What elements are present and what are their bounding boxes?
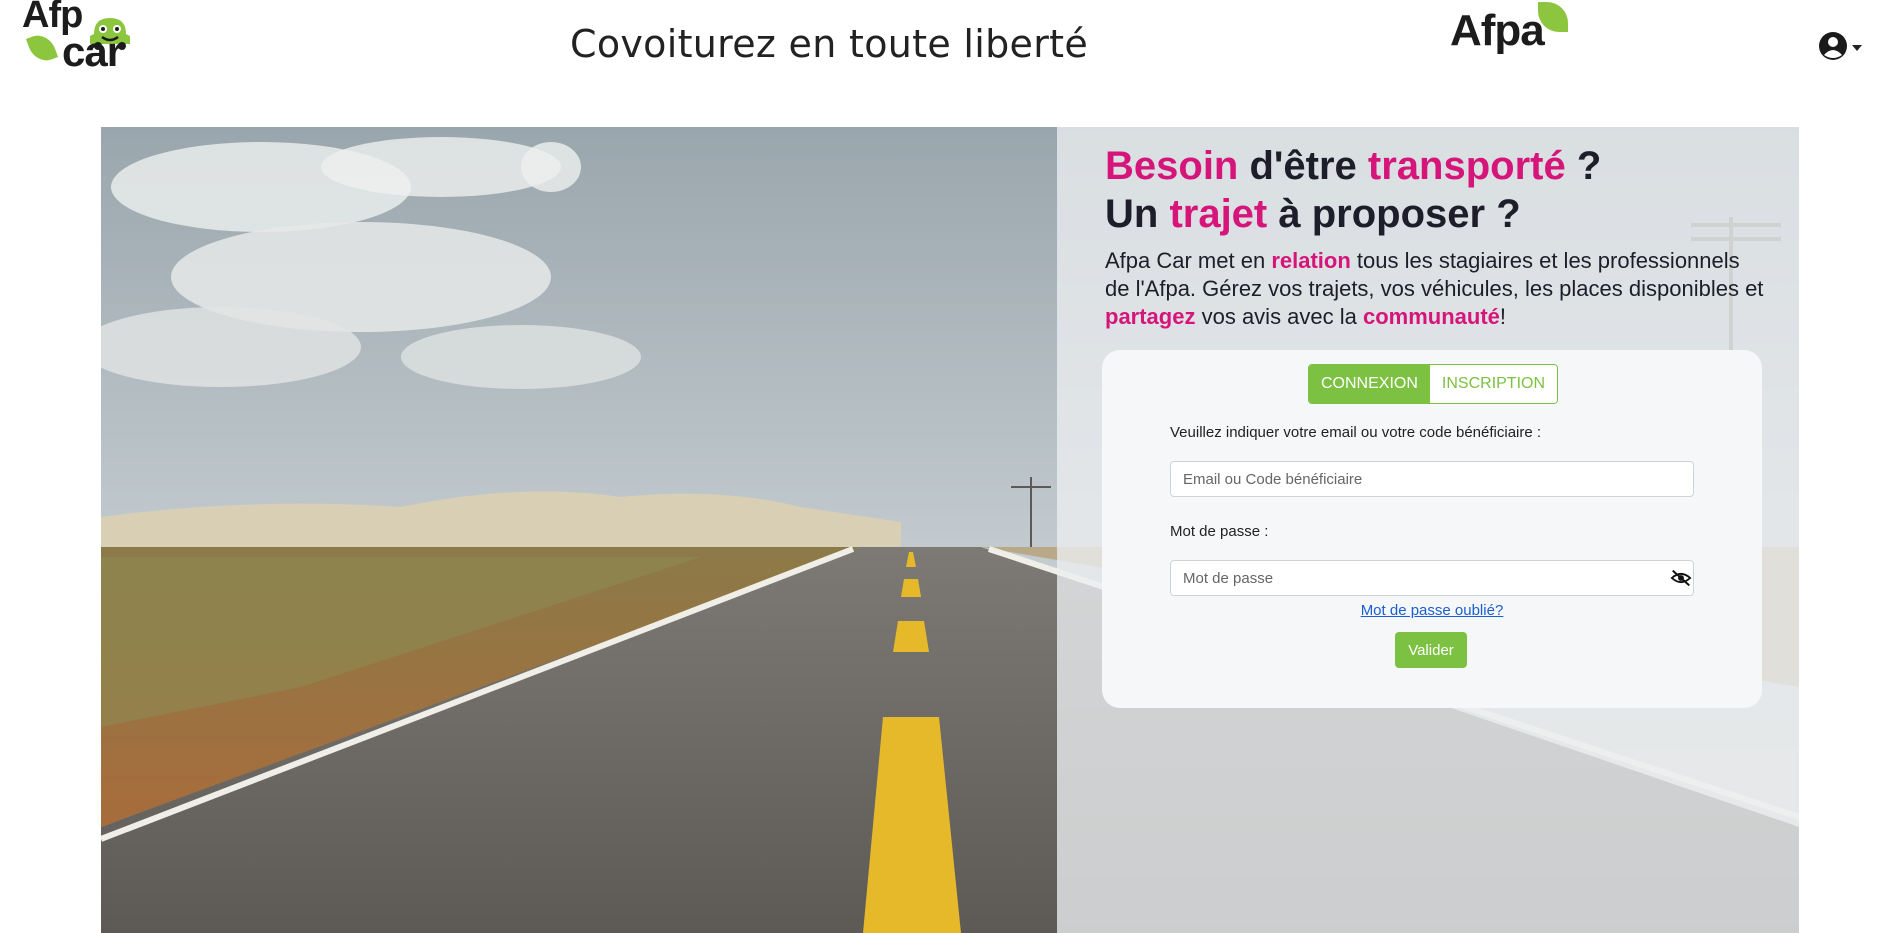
logo-text-car: car <box>62 28 123 75</box>
afpacar-logo[interactable]: Afp car <box>20 0 155 75</box>
password-field[interactable] <box>1170 560 1694 596</box>
hero-headline: Besoin d'être transporté ? Un trajet à p… <box>1105 142 1805 238</box>
auth-tabs: CONNEXION INSCRIPTION <box>1308 364 1559 404</box>
headline-line-1: Besoin d'être transporté ? <box>1105 144 1602 188</box>
login-card: CONNEXION INSCRIPTION Veuillez indiquer … <box>1102 350 1762 708</box>
submit-button[interactable]: Valider <box>1395 632 1467 668</box>
hero-intro-text: Afpa Car met en relation tous les stagia… <box>1105 248 1764 329</box>
forgot-password-link[interactable]: Mot de passe oublié? <box>1102 602 1762 619</box>
eye-slash-icon[interactable] <box>1670 567 1692 589</box>
top-header: Afp car Covoiturez en toute liberté Afpa <box>0 0 1899 100</box>
tab-inscription[interactable]: INSCRIPTION <box>1429 365 1558 403</box>
headline-line-2: Un trajet à proposer ? <box>1105 192 1521 236</box>
tab-connexion[interactable]: CONNEXION <box>1309 365 1430 403</box>
site-title: Covoiturez en toute liberté <box>570 22 1089 66</box>
user-account-menu[interactable] <box>1818 28 1868 64</box>
user-circle-icon <box>1819 32 1847 60</box>
email-field[interactable] <box>1170 461 1694 497</box>
password-field-label: Mot de passe : <box>1170 523 1269 540</box>
email-field-label: Veuillez indiquer votre email ou votre c… <box>1170 424 1542 441</box>
chevron-down-icon <box>1852 45 1862 51</box>
afpa-logo[interactable]: Afpa <box>1450 0 1570 70</box>
afpa-logo-text: Afpa <box>1450 6 1545 55</box>
